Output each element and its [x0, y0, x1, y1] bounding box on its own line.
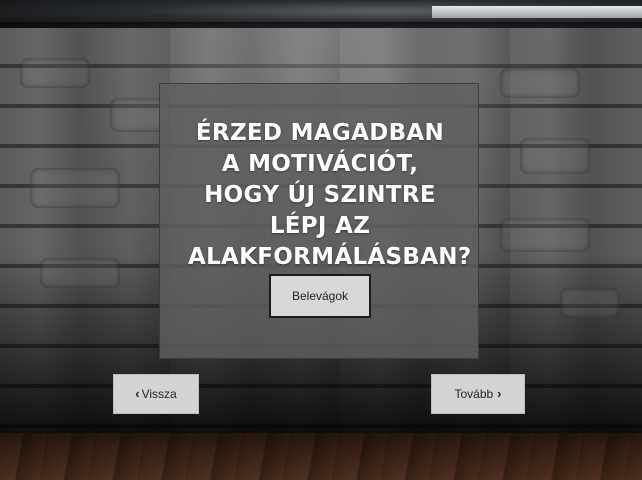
wall-stone: [500, 218, 590, 252]
wall-stone: [30, 168, 120, 208]
wall-stone: [560, 288, 620, 318]
back-button[interactable]: ‹ Vissza: [113, 374, 199, 414]
wall-stone: [40, 258, 120, 288]
chevron-left-icon: ‹: [135, 386, 140, 401]
header-photo-highlight: [432, 6, 642, 18]
question-card: Érzed magadban a motivációt, hogy új szi…: [159, 83, 479, 359]
answer-button-label: Belevágok: [291, 289, 349, 303]
header-photo: [0, 0, 642, 28]
quiz-page: Érzed magadban a motivációt, hogy új szi…: [0, 0, 642, 480]
chevron-right-icon: ›: [497, 386, 502, 401]
answer-button[interactable]: Belevágok: [269, 274, 371, 318]
wall-stone: [20, 58, 90, 88]
wall-stone: [500, 68, 580, 98]
next-button[interactable]: Tovább ›: [431, 374, 525, 414]
next-button-label: Tovább: [454, 387, 494, 401]
back-button-label: Vissza: [141, 387, 177, 401]
wall-stone: [520, 138, 590, 174]
wooden-floor-background: [0, 433, 642, 480]
question-text: Érzed magadban a motivációt, hogy új szi…: [188, 120, 472, 270]
